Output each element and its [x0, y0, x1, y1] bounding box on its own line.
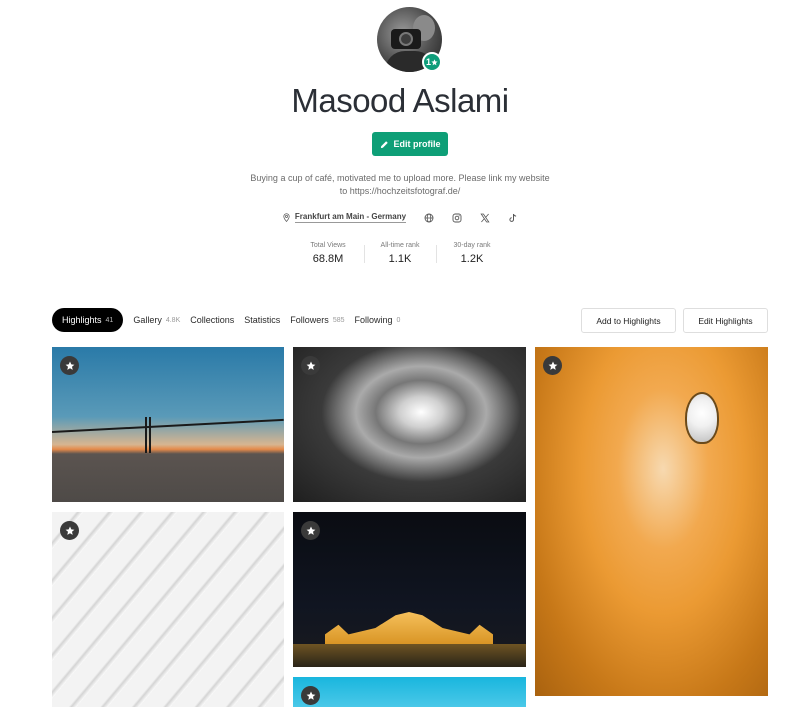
bridge-tower — [145, 417, 151, 453]
profile-bio: Buying a cup of café, motivated me to up… — [250, 173, 550, 196]
tab-label: Highlights — [62, 315, 102, 325]
stats-row: Total Views 68.8M All-time rank 1.1K 30-… — [0, 242, 800, 265]
rank-badge: 1 — [422, 52, 442, 72]
star-icon — [306, 691, 315, 700]
river-water — [293, 644, 526, 667]
tab-label: Collections — [190, 315, 235, 325]
edit-highlights-button[interactable]: Edit Highlights — [683, 308, 768, 333]
lightbulb — [685, 392, 719, 444]
pencil-icon — [380, 140, 388, 148]
bridge-deck — [52, 418, 284, 433]
stat-value: 1.2K — [460, 253, 484, 265]
add-to-highlights-button[interactable]: Add to Highlights — [581, 308, 676, 333]
star-icon — [65, 526, 74, 535]
tab-count: 4.8K — [165, 316, 181, 324]
tab-count: 0 — [396, 316, 401, 324]
stat-30-day-rank: 30-day rank 1.2K — [436, 242, 508, 265]
tab-count: 585 — [332, 316, 345, 324]
location[interactable]: Frankfurt am Main - Germany — [282, 212, 407, 223]
avatar-wrapper[interactable]: 1 — [377, 7, 442, 72]
stat-total-views: Total Views 68.8M — [292, 242, 364, 265]
edit-profile-label: Edit profile — [393, 139, 441, 149]
star-icon — [431, 58, 438, 65]
photo-lightbulb-staircase[interactable] — [535, 347, 768, 696]
stat-value: 1.1K — [388, 253, 412, 265]
social-links — [424, 213, 518, 223]
tab-label: Statistics — [244, 315, 281, 325]
highlight-star-badge[interactable] — [301, 521, 320, 540]
tab-label: Gallery — [133, 315, 162, 325]
tab-gallery[interactable]: Gallery 4.8K — [133, 308, 180, 332]
highlight-star-badge[interactable] — [301, 686, 320, 705]
instagram-icon[interactable] — [452, 213, 462, 223]
stat-value: 68.8M — [312, 253, 344, 265]
tiktok-icon[interactable] — [508, 213, 518, 223]
x-icon[interactable] — [480, 213, 490, 223]
location-text: Frankfurt am Main - Germany — [294, 212, 407, 223]
location-pin-icon — [283, 213, 290, 222]
tab-highlights[interactable]: Highlights 41 — [52, 308, 124, 332]
tab-followers[interactable]: Followers 585 — [290, 308, 344, 332]
star-icon — [306, 361, 315, 370]
globe-icon[interactable] — [424, 213, 434, 223]
tab-count: 41 — [105, 316, 114, 324]
parliament-building — [325, 612, 493, 644]
star-icon — [306, 526, 315, 535]
highlight-star-badge[interactable] — [60, 356, 79, 375]
star-icon — [548, 361, 557, 370]
tab-following[interactable]: Following 0 — [355, 308, 401, 332]
stat-label: Total Views — [310, 242, 346, 249]
star-icon — [65, 361, 74, 370]
tab-label: Followers — [290, 315, 329, 325]
highlight-star-badge[interactable] — [301, 356, 320, 375]
tab-statistics[interactable]: Statistics — [244, 308, 280, 332]
tab-collections[interactable]: Collections — [190, 308, 234, 332]
photo-parliament-night[interactable] — [293, 512, 526, 667]
profile-name: Masood Aslami — [291, 82, 509, 119]
photo-blue-sky[interactable] — [293, 677, 526, 707]
photo-white-lines[interactable] — [52, 512, 284, 707]
stat-label: 30-day rank — [453, 242, 491, 249]
tab-label: Following — [354, 315, 393, 325]
photo-spiral-staircase[interactable] — [293, 347, 526, 502]
stat-label: All-time rank — [380, 242, 420, 249]
photo-bridge[interactable] — [52, 347, 284, 502]
edit-profile-button[interactable]: Edit profile — [372, 132, 448, 156]
stat-all-time-rank: All-time rank 1.1K — [364, 242, 436, 265]
profile-meta: Frankfurt am Main - Germany — [0, 212, 800, 223]
profile-tabs: Highlights 41 Gallery 4.8K Collections S… — [52, 308, 400, 332]
highlight-star-badge[interactable] — [543, 356, 562, 375]
highlight-star-badge[interactable] — [60, 521, 79, 540]
